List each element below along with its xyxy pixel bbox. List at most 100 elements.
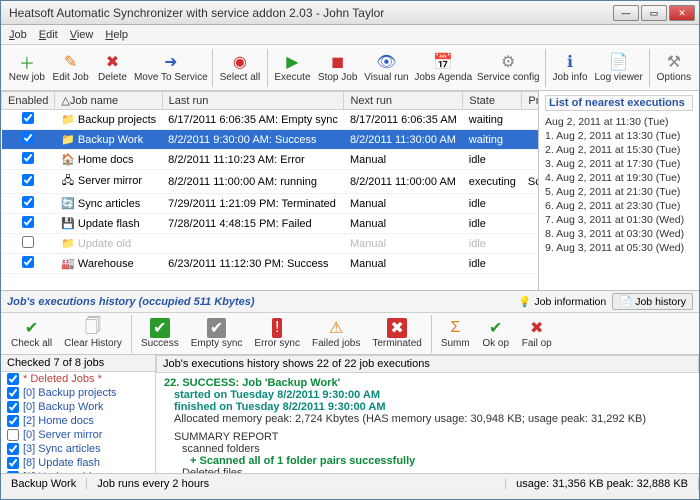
- enable-checkbox[interactable]: [22, 132, 34, 144]
- log-line: + Scanned all of 1 folder pairs successf…: [190, 455, 691, 467]
- table-row[interactable]: 📁Backup Work 8/2/2011 9:30:00 AM: Succes…: [2, 130, 540, 150]
- editjob-button[interactable]: ✎Edit Job: [49, 50, 93, 85]
- table-row[interactable]: 📁Update old Manualidle: [2, 234, 540, 254]
- menu-help[interactable]: Help: [105, 29, 128, 41]
- pencil-icon: ✎: [64, 52, 77, 72]
- clearhistory-button[interactable]: 🗍Clear History: [58, 316, 128, 351]
- jobhistory-tab[interactable]: 📄 Job history: [612, 293, 693, 310]
- filter-emptysync-button[interactable]: ✔Empty sync: [185, 316, 249, 351]
- logviewer-button[interactable]: 📄Log viewer: [591, 50, 645, 85]
- enable-checkbox[interactable]: [22, 236, 34, 248]
- job-icon: 📁: [61, 113, 75, 126]
- checklist-checkbox[interactable]: [7, 387, 19, 399]
- execution-log[interactable]: Job's executions history shows 22 of 22 …: [156, 355, 699, 473]
- stop-icon: ◼: [331, 52, 344, 72]
- enable-checkbox[interactable]: [22, 152, 34, 164]
- status-bar: Backup Work Job runs every 2 hours usage…: [1, 473, 699, 493]
- execlog-header: Job's executions history shows 22 of 22 …: [156, 355, 699, 373]
- table-row[interactable]: 🖧Server mirror 8/2/2011 11:00:00 AM: run…: [2, 170, 540, 194]
- menu-job[interactable]: Job: [9, 29, 27, 41]
- job-icon: 📁: [61, 237, 75, 250]
- jobsagenda-button[interactable]: 📅Jobs Agenda: [412, 50, 475, 85]
- checkall-button[interactable]: ✔Check all: [5, 316, 58, 351]
- filter-success-button[interactable]: ✔Success: [135, 316, 185, 351]
- window-buttons: — ▭ ✕: [613, 5, 695, 21]
- main-area: Enabled △Job name Last run Next run Stat…: [1, 91, 699, 291]
- col-state[interactable]: State: [463, 92, 522, 110]
- failop-button[interactable]: ✖Fail op: [516, 316, 558, 351]
- checklist-checkbox[interactable]: [7, 373, 19, 385]
- execute-button[interactable]: ▶Execute: [271, 50, 315, 85]
- table-row[interactable]: 📁Backup projects 6/17/2011 6:06:35 AM: E…: [2, 110, 540, 130]
- toolbar-sep: [545, 49, 546, 87]
- filter-errorsync-button[interactable]: !Error sync: [248, 316, 306, 351]
- checklist-item[interactable]: [0] Backup projects: [1, 386, 155, 400]
- table-row[interactable]: 🔄Sync articles 7/29/2011 1:21:09 PM: Ter…: [2, 194, 540, 214]
- enable-checkbox[interactable]: [22, 216, 34, 228]
- okop-button[interactable]: ✔Ok op: [476, 316, 516, 351]
- options-button[interactable]: ⚒Options: [653, 50, 695, 85]
- status-schedule: Job runs every 2 hours: [87, 478, 506, 490]
- col-lastrun[interactable]: Last run: [162, 92, 344, 110]
- okop-icon: ✔: [489, 318, 502, 338]
- col-nextrun[interactable]: Next run: [344, 92, 463, 110]
- checklist-item[interactable]: [0] Backup Work: [1, 400, 155, 414]
- table-row[interactable]: 💾Update flash 7/28/2011 4:48:15 PM: Fail…: [2, 214, 540, 234]
- filter-failed-button[interactable]: ⚠Failed jobs: [306, 316, 366, 351]
- log-icon: 📄: [609, 52, 629, 72]
- enable-checkbox[interactable]: [22, 174, 34, 186]
- checklist-checkbox[interactable]: [7, 415, 19, 427]
- toolbar-sep: [131, 315, 132, 353]
- col-enabled[interactable]: Enabled: [2, 92, 55, 110]
- history-title: Job's executions history (occupied 511 K…: [7, 296, 255, 308]
- close-button[interactable]: ✕: [669, 5, 695, 21]
- col-jobname[interactable]: △Job name: [55, 92, 162, 110]
- checklist-checkbox[interactable]: [7, 457, 19, 469]
- checklist-checkbox[interactable]: [7, 429, 19, 441]
- col-progress[interactable]: Progress: [522, 92, 539, 110]
- nearest-item: 1. Aug 2, 2011 at 13:30 (Tue): [545, 129, 693, 143]
- menu-view[interactable]: View: [70, 29, 94, 41]
- table-row[interactable]: 🏠Home docs 8/2/2011 11:10:23 AM: ErrorMa…: [2, 150, 540, 170]
- sum-icon: Σ: [450, 318, 460, 338]
- checklist-item[interactable]: [2] Home docs: [1, 414, 155, 428]
- jobs-grid[interactable]: Enabled △Job name Last run Next run Stat…: [1, 91, 539, 290]
- main-toolbar: ＋New job ✎Edit Job ✖Delete ➜Move To Serv…: [1, 45, 699, 91]
- empty-icon: ✔: [207, 318, 226, 338]
- job-icon: 🏭: [61, 257, 75, 270]
- checklist-checkbox[interactable]: [7, 401, 19, 413]
- checklist-item[interactable]: * Deleted Jobs *: [1, 372, 155, 386]
- checklist-item[interactable]: [3] Sync articles: [1, 442, 155, 456]
- trash-icon: 🗍: [85, 318, 101, 338]
- checklist-item[interactable]: [8] Update flash: [1, 456, 155, 470]
- eye-icon: 👁: [376, 52, 396, 72]
- summ-button[interactable]: ΣSumm: [435, 316, 476, 351]
- selectall-button[interactable]: ◉Select all: [216, 50, 264, 85]
- minimize-button[interactable]: —: [613, 5, 639, 21]
- jobinfo-tab[interactable]: 💡 Job information: [518, 295, 606, 308]
- enable-checkbox[interactable]: [22, 196, 34, 208]
- checklist-item[interactable]: [0] Server mirror: [1, 428, 155, 442]
- movetoservice-button[interactable]: ➜Move To Service: [132, 50, 209, 85]
- checklist-item[interactable]: [0] Update old: [1, 470, 155, 473]
- stopjob-button[interactable]: ◼Stop Job: [314, 50, 361, 85]
- visualrun-button[interactable]: 👁Visual run: [361, 50, 412, 85]
- enable-checkbox[interactable]: [22, 112, 34, 124]
- delete-button[interactable]: ✖Delete: [92, 50, 132, 85]
- newjob-button[interactable]: ＋New job: [5, 50, 49, 85]
- filter-terminated-button[interactable]: ✖Terminated: [366, 316, 427, 351]
- checklist-checkbox[interactable]: [7, 443, 19, 455]
- menu-edit[interactable]: Edit: [39, 29, 58, 41]
- serviceconfig-button[interactable]: ⚙Service config: [475, 50, 542, 85]
- table-row[interactable]: 🏭Warehouse 6/23/2011 11:12:30 PM: Succes…: [2, 254, 540, 274]
- jobinfo-button[interactable]: ℹJob info: [549, 50, 592, 85]
- maximize-button[interactable]: ▭: [641, 5, 667, 21]
- nearest-executions-panel: List of nearest executions Aug 2, 2011 a…: [539, 91, 699, 290]
- enable-checkbox[interactable]: [22, 256, 34, 268]
- toolbar-sep: [431, 315, 432, 353]
- log-line: finished on Tuesday 8/2/2011 9:30:00 AM: [174, 401, 691, 413]
- history-header: Job's executions history (occupied 511 K…: [1, 291, 699, 313]
- move-icon: ➜: [164, 52, 177, 72]
- checklist-header: Checked 7 of 8 jobs: [1, 355, 155, 372]
- checklist-checkbox[interactable]: [7, 471, 19, 473]
